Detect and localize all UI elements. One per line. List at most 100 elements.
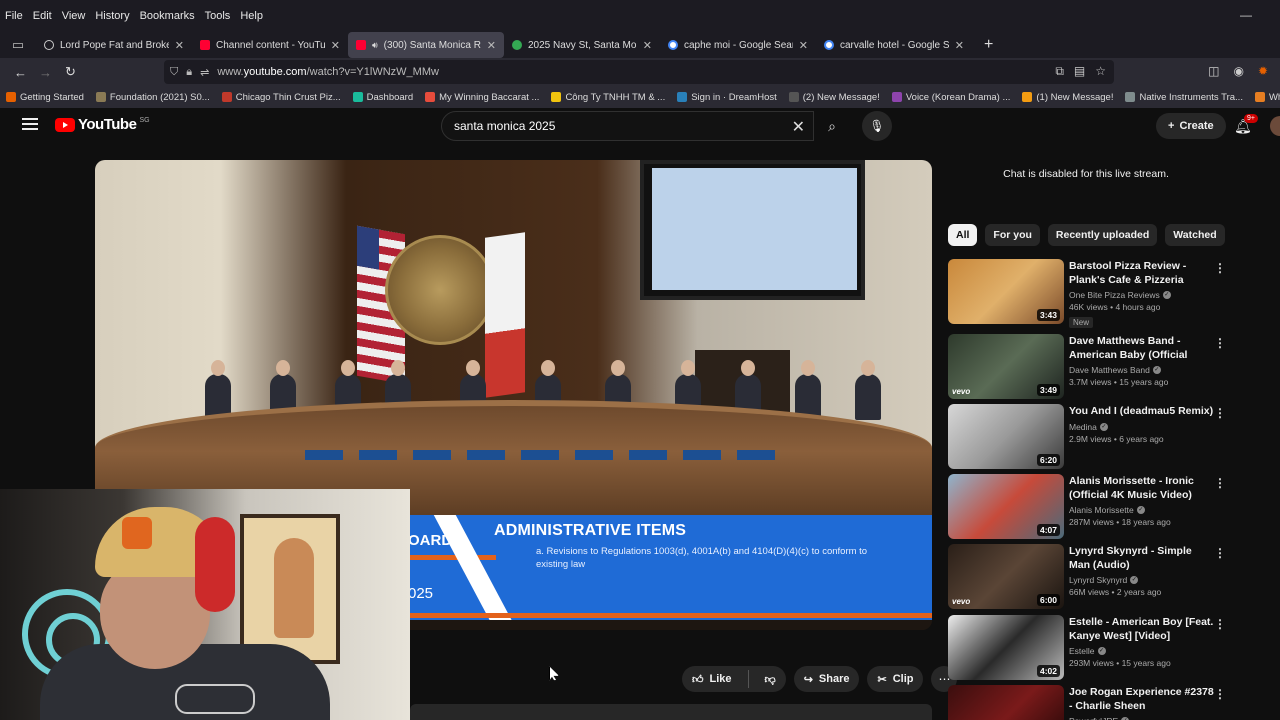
extension-icon[interactable]: ✹ bbox=[1258, 64, 1268, 78]
search-input[interactable]: santa monica 2025 ✕ bbox=[441, 111, 814, 141]
bookmark-item[interactable]: Công Ty TNHH TM & ... bbox=[545, 92, 671, 103]
menu-history[interactable]: History bbox=[90, 10, 134, 22]
account-icon[interactable]: ◉ bbox=[1233, 64, 1243, 78]
channel-name-row[interactable]: Alanis Morissette ✓ bbox=[1069, 505, 1214, 515]
video-title[interactable]: Lynyrd Skynyrd - Simple Man (Audio) bbox=[1069, 545, 1214, 572]
browser-tab[interactable]: caphe moi - Google Search ✕ bbox=[660, 32, 816, 58]
video-thumbnail[interactable]: 4:02 bbox=[948, 615, 1064, 680]
filter-chip[interactable]: All bbox=[948, 224, 978, 246]
recommended-video[interactable]: 3:43 Barstool Pizza Review - Plank's Cafe… bbox=[948, 259, 1238, 328]
new-tab-button[interactable]: + bbox=[972, 36, 993, 54]
recommended-video[interactable]: 6:20 You And I (deadmau5 Remix) Medina ✓ 2.9… bbox=[948, 404, 1238, 470]
channel-name-row[interactable]: One Bite Pizza Reviews ✓ bbox=[1069, 290, 1214, 300]
close-tab-icon[interactable]: ✕ bbox=[955, 39, 964, 52]
close-tab-icon[interactable]: ✕ bbox=[487, 39, 496, 52]
filter-chip[interactable]: For you bbox=[985, 224, 1040, 246]
video-title[interactable]: Joe Rogan Experience #2378 - Charlie She… bbox=[1069, 686, 1214, 713]
browser-tab[interactable]: 2025 Navy St, Santa Monica, CA ✕ bbox=[504, 32, 660, 58]
video-title[interactable]: You And I (deadmau5 Remix) bbox=[1069, 405, 1214, 419]
close-tab-icon[interactable]: ✕ bbox=[331, 39, 340, 52]
permissions-icon[interactable]: ⇌ bbox=[200, 66, 209, 79]
bookmark-item[interactable]: (2) New Message! bbox=[783, 92, 886, 103]
menu-edit[interactable]: Edit bbox=[28, 10, 57, 22]
more-options-icon[interactable]: ⋮ bbox=[1214, 546, 1226, 560]
recommended-video[interactable]: vevo 3:49 Dave Matthews Band - American Ba… bbox=[948, 334, 1238, 400]
more-options-icon[interactable]: ⋮ bbox=[1214, 261, 1226, 275]
dislike-button[interactable]: 👎︎ bbox=[755, 666, 786, 692]
bookmark-item[interactable]: Why can't I delete FAT... bbox=[1249, 92, 1280, 103]
recommended-video[interactable]: 4:07 Alanis Morissette - Ironic (Official… bbox=[948, 474, 1238, 540]
bookmark-item[interactable]: Foundation (2021) S0... bbox=[90, 92, 216, 103]
bookmark-item[interactable]: Native Instruments Tra... bbox=[1119, 92, 1248, 103]
shield-icon[interactable]: ⛉ bbox=[170, 66, 178, 79]
description-box[interactable] bbox=[410, 704, 932, 720]
recommended-video[interactable]: 4:02 Estelle - American Boy [Feat. Kanye … bbox=[948, 615, 1238, 681]
voice-search-button[interactable]: 🎙︎ bbox=[862, 111, 892, 141]
channel-name-row[interactable]: Lynyrd Skynyrd ✓ bbox=[1069, 575, 1214, 585]
bookmark-item[interactable]: Sign in · DreamHost bbox=[671, 92, 783, 103]
tab-list-icon[interactable]: ▭ bbox=[0, 37, 36, 53]
reader-view-icon[interactable]: ▤ bbox=[1074, 64, 1085, 79]
video-thumbnail[interactable] bbox=[948, 685, 1064, 720]
video-title[interactable]: Estelle - American Boy [Feat. Kanye West… bbox=[1069, 616, 1214, 643]
clear-search-icon[interactable]: ✕ bbox=[792, 117, 805, 137]
video-title[interactable]: Alanis Morissette - Ironic (Official 4K … bbox=[1069, 475, 1214, 502]
more-options-icon[interactable]: ⋮ bbox=[1214, 406, 1226, 420]
more-options-icon[interactable]: ⋮ bbox=[1214, 476, 1226, 490]
video-thumbnail[interactable]: vevo 6:00 bbox=[948, 544, 1064, 609]
share-button[interactable]: ↪ Share bbox=[793, 666, 860, 692]
channel-name-row[interactable]: Dave Matthews Band ✓ bbox=[1069, 365, 1214, 375]
youtube-logo[interactable]: YouTube SG bbox=[55, 116, 150, 133]
back-icon[interactable]: ← bbox=[8, 65, 33, 80]
menu-bookmarks[interactable]: Bookmarks bbox=[135, 10, 200, 22]
lock-icon[interactable]: 🔒︎ bbox=[186, 66, 192, 79]
clip-button[interactable]: ✂ Clip bbox=[867, 666, 924, 692]
recommended-video[interactable]: vevo 6:00 Lynyrd Skynyrd - Simple Man (Aud… bbox=[948, 544, 1238, 610]
create-button[interactable]: + Create bbox=[1156, 113, 1226, 139]
bookmark-item[interactable]: (1) New Message! bbox=[1016, 92, 1119, 103]
channel-name-row[interactable]: PowerfulJRE✓ bbox=[1069, 716, 1214, 720]
url-bar[interactable]: ⛉ 🔒︎ ⇌ www.youtube.com/watch?v=Y1lWNzW_M… bbox=[164, 60, 1114, 84]
filter-chip[interactable]: Watched bbox=[1165, 224, 1225, 246]
browser-tab[interactable]: 🔊︎ (300) Santa Monica Rent Control ✕ bbox=[348, 32, 504, 58]
search-button[interactable]: ⌕ bbox=[814, 111, 850, 141]
browser-tab[interactable]: Channel content - YouTube Studio ✕ bbox=[192, 32, 348, 58]
filter-chip[interactable]: Recently uploaded bbox=[1047, 224, 1158, 246]
video-thumbnail[interactable]: 3:43 bbox=[948, 259, 1064, 324]
channel-name-row[interactable]: Estelle ✓ bbox=[1069, 646, 1214, 656]
video-thumbnail[interactable]: 6:20 bbox=[948, 404, 1064, 469]
more-options-icon[interactable]: ⋮ bbox=[1214, 617, 1226, 631]
video-thumbnail[interactable]: vevo 3:49 bbox=[948, 334, 1064, 399]
like-button[interactable]: 👍︎ Like bbox=[682, 666, 742, 692]
bookmark-item[interactable]: Chicago Thin Crust Piz... bbox=[216, 92, 347, 103]
close-tab-icon[interactable]: ✕ bbox=[175, 39, 184, 52]
picture-in-picture-icon[interactable]: ⧉ bbox=[1055, 64, 1064, 79]
bookmark-item[interactable]: Dashboard bbox=[347, 92, 419, 103]
browser-tab[interactable]: Lord Pope Fat and Broke: Saigon ✕ bbox=[36, 32, 192, 58]
avatar[interactable] bbox=[1270, 116, 1280, 136]
video-thumbnail[interactable]: 4:07 bbox=[948, 474, 1064, 539]
menu-help[interactable]: Help bbox=[235, 10, 268, 22]
sidebar-icon[interactable]: ◫ bbox=[1208, 64, 1219, 78]
channel-name-row[interactable]: Medina ✓ bbox=[1069, 422, 1214, 432]
speaker-icon[interactable]: 🔊︎ bbox=[372, 40, 378, 51]
reload-icon[interactable]: ↻ bbox=[58, 64, 83, 80]
bookmark-item[interactable]: My Winning Baccarat ... bbox=[419, 92, 545, 103]
menu-tools[interactable]: Tools bbox=[200, 10, 236, 22]
more-options-icon[interactable]: ⋮ bbox=[1214, 336, 1226, 350]
video-title[interactable]: Barstool Pizza Review - Plank's Cafe & P… bbox=[1069, 260, 1214, 287]
close-tab-icon[interactable]: ✕ bbox=[643, 39, 652, 52]
menu-view[interactable]: View bbox=[57, 10, 91, 22]
menu-file[interactable]: File bbox=[0, 10, 28, 22]
bookmark-star-icon[interactable]: ☆ bbox=[1095, 64, 1106, 79]
more-options-icon[interactable]: ⋮ bbox=[1214, 687, 1226, 701]
url-text[interactable]: www.youtube.com/watch?v=Y1lWNzW_MMw bbox=[217, 66, 439, 78]
browser-tab[interactable]: carvalle hotel - Google Search ✕ bbox=[816, 32, 972, 58]
bookmark-item[interactable]: Getting Started bbox=[0, 92, 90, 103]
bookmark-item[interactable]: Voice (Korean Drama) ... bbox=[886, 92, 1017, 103]
video-title[interactable]: Dave Matthews Band - American Baby (Offi… bbox=[1069, 335, 1214, 362]
minimize-icon[interactable]: — bbox=[1240, 8, 1252, 22]
menu-icon[interactable] bbox=[22, 118, 38, 130]
close-tab-icon[interactable]: ✕ bbox=[799, 39, 808, 52]
recommended-video[interactable]: Joe Rogan Experience #2378 - Charlie She… bbox=[948, 685, 1238, 720]
